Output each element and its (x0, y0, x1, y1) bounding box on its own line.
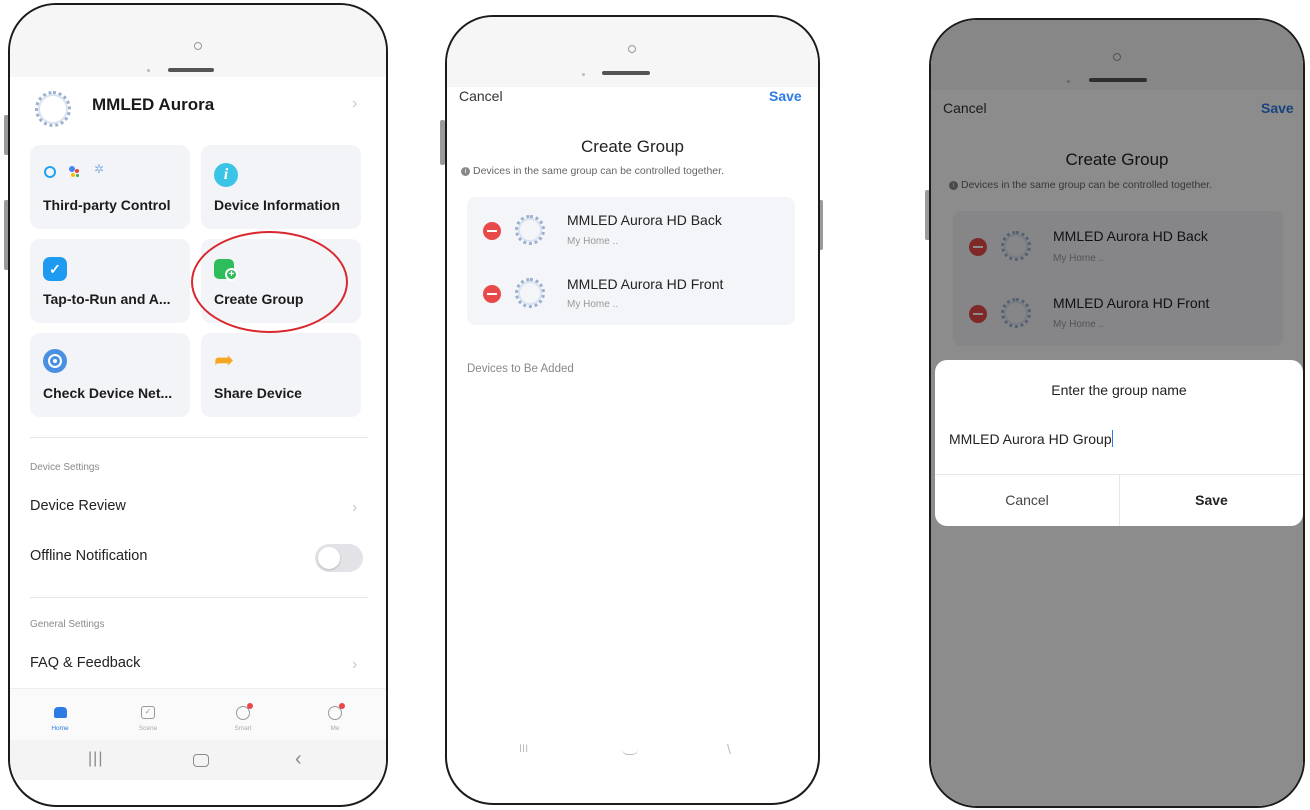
recent-apps-icon[interactable]: III (519, 743, 528, 755)
scene-icon: ✓ (141, 706, 155, 719)
nav-label: Me (330, 725, 340, 732)
card-label: Share Device (214, 385, 302, 401)
divider (30, 597, 368, 598)
card-check-device-network[interactable]: Check Device Net... (30, 333, 190, 417)
nav-me[interactable]: Me (315, 703, 355, 739)
nav-home[interactable]: Home (40, 703, 80, 739)
text-cursor (1111, 430, 1114, 447)
home-button-icon[interactable] (622, 745, 638, 755)
card-label: Device Information (214, 197, 341, 213)
remove-device-button[interactable] (483, 222, 501, 240)
sensor-dot (582, 73, 585, 76)
notification-dot (247, 703, 253, 709)
group-hint: i Devices in the same group can be contro… (461, 165, 724, 177)
system-nav-bar: ||| ‹ (10, 740, 386, 780)
earpiece-speaker (602, 71, 650, 75)
nav-scene[interactable]: ✓ Scene (128, 703, 168, 739)
section-device-settings: Device Settings (30, 462, 100, 473)
nav-label: Scene (138, 725, 158, 732)
row-device-review[interactable]: Device Review (30, 498, 126, 514)
offline-notification-toggle[interactable] (315, 544, 363, 572)
info-icon: i (214, 163, 238, 187)
device-title[interactable]: MMLED Aurora (92, 95, 214, 115)
bottom-nav: Home ✓ Scene Smart Me (10, 688, 386, 740)
page-title: Create Group (581, 137, 684, 156)
divider (30, 437, 368, 438)
card-device-information[interactable]: i Device Information (201, 145, 361, 229)
dialog-save-button[interactable]: Save (1120, 492, 1303, 508)
nav-label: Home (51, 725, 69, 732)
group-name-value: MMLED Aurora HD Group (949, 431, 1112, 447)
share-arrow-icon: ➦ (214, 347, 235, 374)
chevron-right-icon[interactable]: › (352, 656, 357, 674)
front-camera (628, 45, 636, 53)
device-list: MMLED Aurora HD Back My Home .. MMLED Au… (467, 197, 795, 325)
nav-label: Smart (234, 725, 252, 732)
info-icon: i (461, 166, 470, 176)
group-name-dialog: Enter the group name MMLED Aurora HD Gro… (935, 360, 1303, 526)
phone-create-group: Cancel Save Create Group i Devices in the… (445, 15, 820, 805)
remove-device-button[interactable] (483, 285, 501, 303)
chevron-right-icon[interactable]: › (352, 95, 357, 113)
voice-assistants-icon: ✲ (44, 162, 114, 181)
hint-text: Devices in the same group can be control… (473, 165, 724, 177)
card-tap-to-run[interactable]: ✓ Tap-to-Run and A... (30, 239, 190, 323)
dialog-cancel-button[interactable]: Cancel (935, 492, 1119, 508)
phone-enter-group-name: Cancel Save Create Group i Devices in the… (929, 18, 1305, 808)
group-name-input[interactable]: MMLED Aurora HD Group (949, 430, 1289, 454)
card-label: Check Device Net... (43, 385, 173, 401)
row-offline-notification: Offline Notification (30, 548, 148, 564)
back-icon[interactable]: \ (727, 741, 731, 757)
section-devices-to-be-added: Devices to Be Added (467, 363, 574, 375)
earpiece-speaker (168, 68, 214, 72)
home-icon (54, 707, 67, 718)
card-third-party-control[interactable]: ✲ Third-party Control (30, 145, 190, 229)
sensor-dot (147, 69, 150, 72)
home-button-icon[interactable] (193, 754, 209, 767)
section-general-settings: General Settings (30, 619, 105, 630)
status-area (10, 5, 386, 77)
system-nav-bar: III \ (447, 737, 818, 777)
card-share-device[interactable]: ➦ Share Device (201, 333, 361, 417)
device-room: My Home .. (567, 299, 619, 310)
card-label: Third-party Control (43, 197, 171, 213)
recent-apps-icon[interactable]: ||| (88, 750, 103, 768)
row-faq-feedback[interactable]: FAQ & Feedback (30, 655, 140, 671)
cancel-button[interactable]: Cancel (459, 88, 503, 104)
card-label: Tap-to-Run and A... (43, 291, 171, 307)
device-avatar (35, 91, 71, 127)
back-icon[interactable]: ‹ (295, 748, 302, 771)
front-camera (194, 42, 202, 50)
device-avatar (515, 215, 545, 245)
phone-device-settings: MMLED Aurora › ✲ Third-party Control i D… (8, 3, 388, 807)
device-avatar (515, 278, 545, 308)
save-button[interactable]: Save (769, 88, 802, 104)
device-name: MMLED Aurora HD Back (567, 212, 722, 228)
device-room: My Home .. (567, 236, 619, 247)
device-name: MMLED Aurora HD Front (567, 276, 724, 292)
dialog-title: Enter the group name (1051, 382, 1187, 398)
network-icon (43, 349, 67, 373)
chevron-right-icon[interactable]: › (352, 499, 357, 517)
highlight-circle (191, 231, 348, 333)
checkmark-hex-icon: ✓ (43, 257, 67, 281)
nav-smart[interactable]: Smart (223, 703, 263, 739)
notification-dot (339, 703, 345, 709)
